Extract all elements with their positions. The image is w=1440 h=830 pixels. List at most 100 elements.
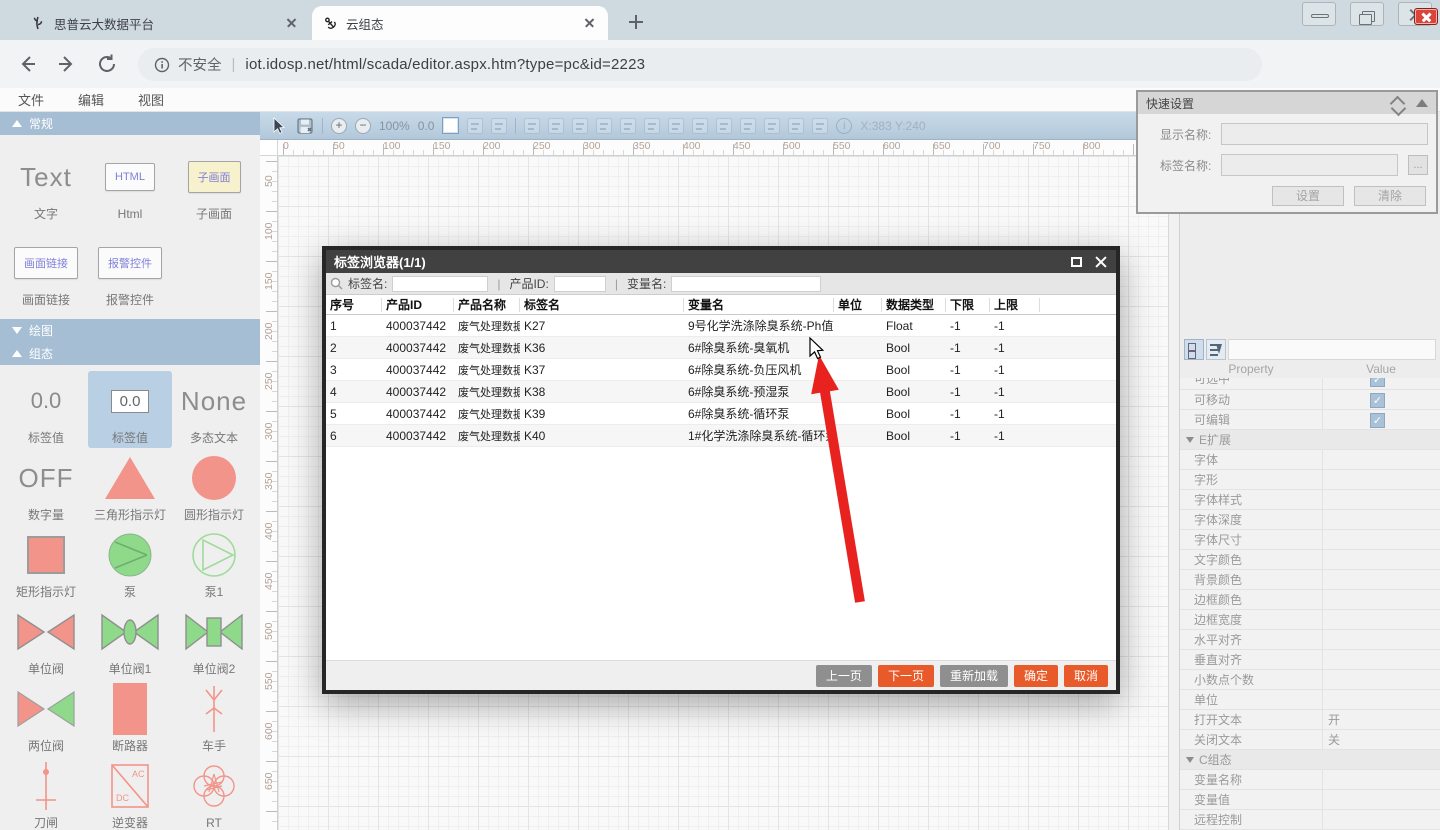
tab-close-icon[interactable] <box>582 15 598 31</box>
palette-item-tag-value-boxed[interactable]: 0.0标签值 <box>88 371 172 448</box>
palette-item-screen-link[interactable]: 画面链接画面链接 <box>4 227 88 313</box>
palette-item-subscreen[interactable]: 子画面子画面 <box>172 141 256 227</box>
distribute-v-icon[interactable] <box>740 118 756 134</box>
menu-item[interactable]: 文件 <box>18 90 44 109</box>
palette-item-html[interactable]: HTMLHtml <box>88 141 172 227</box>
clear-button[interactable]: 清除 <box>1354 186 1426 206</box>
checkbox-checked-icon[interactable]: ✓ <box>1370 393 1385 408</box>
property-row[interactable]: 字体尺寸 <box>1180 530 1440 550</box>
distribute-h-icon[interactable] <box>716 118 732 134</box>
property-row[interactable]: 字体 <box>1180 450 1440 470</box>
url-text[interactable]: iot.idosp.net/html/scada/editor.aspx.htm… <box>245 56 645 73</box>
dialog-button[interactable]: 下一页 <box>878 665 934 687</box>
dialog-title-bar[interactable]: 标签浏览器(1/1) <box>326 250 1116 273</box>
palette-item-alarm[interactable]: 报警控件报警控件 <box>88 227 172 313</box>
dialog-close-icon[interactable] <box>1094 255 1108 269</box>
dock-icon[interactable] <box>1390 96 1404 110</box>
palette-item-rt[interactable]: RT <box>172 756 256 830</box>
magnifier-icon[interactable] <box>491 118 507 134</box>
palette-item-pump1[interactable]: 泵1 <box>172 525 256 602</box>
info-icon[interactable]: i <box>836 118 852 134</box>
canvas-scrollbar[interactable] <box>1168 112 1180 830</box>
section-draw[interactable]: 绘图 <box>0 319 260 342</box>
property-row[interactable]: 单位 <box>1180 690 1440 710</box>
pause-icon[interactable] <box>764 118 780 134</box>
property-row[interactable]: 文字颜色 <box>1180 550 1440 570</box>
zoom-in-icon[interactable]: + <box>331 118 347 134</box>
table-row[interactable]: 2 400037442 废气处理数据采集 K36 6#除臭系统-臭氧机 Bool… <box>326 337 1116 359</box>
set-button[interactable]: 设置 <box>1272 186 1344 206</box>
property-row[interactable]: 字体样式 <box>1180 490 1440 510</box>
collapse-icon[interactable] <box>1416 99 1428 107</box>
checkbox-checked-icon[interactable]: ✓ <box>1370 378 1385 387</box>
property-row[interactable]: 可编辑 ✓ <box>1180 410 1440 430</box>
quick-settings-header[interactable]: 快速设置 <box>1138 92 1436 114</box>
tab-platform[interactable]: 思普云大数据平台 <box>20 6 310 40</box>
tab-scada[interactable]: 云组态 <box>312 6 608 40</box>
counter2-icon[interactable] <box>812 118 828 134</box>
table-row[interactable]: 3 400037442 废气处理数据采集 K37 6#除臭系统-负压风机 Boo… <box>326 359 1116 381</box>
palette-item-rect-lamp[interactable]: 矩形指示灯 <box>4 525 88 602</box>
menu-item[interactable]: 编辑 <box>78 90 104 109</box>
menu-item[interactable]: 视图 <box>138 90 164 109</box>
info-icon[interactable] <box>154 57 170 73</box>
new-tab-button[interactable] <box>626 12 646 32</box>
tab-close-icon[interactable] <box>284 15 300 31</box>
back-icon[interactable] <box>14 51 40 77</box>
counter-icon[interactable] <box>788 118 804 134</box>
property-row[interactable]: 小数点个数 <box>1180 670 1440 690</box>
forward-icon[interactable] <box>54 51 80 77</box>
table-row[interactable]: 6 400037442 废气处理数据采集 K40 1#化学洗涤除臭系统-循环泵 … <box>326 425 1116 447</box>
property-row[interactable]: 可移动 ✓ <box>1180 390 1440 410</box>
palette-item-tag-value[interactable]: 0.0标签值 <box>4 371 88 448</box>
property-row[interactable]: 字体深度 <box>1180 510 1440 530</box>
property-row[interactable]: 变量值 <box>1180 790 1440 810</box>
align-middle-icon[interactable] <box>620 118 636 134</box>
omnibox[interactable]: 不安全 | iot.idosp.net/html/scada/editor.as… <box>138 48 1262 81</box>
palette-item-valve1[interactable]: 单位阀1 <box>88 602 172 679</box>
palette-item-digital[interactable]: OFF数字量 <box>4 448 88 525</box>
variable-filter-input[interactable] <box>671 276 821 292</box>
property-row[interactable]: E扩展 <box>1180 430 1440 450</box>
palette-item-circle-lamp[interactable]: 圆形指示灯 <box>172 448 256 525</box>
section-scada[interactable]: 组态 <box>0 342 260 365</box>
palette-item-text[interactable]: Text文字 <box>4 141 88 227</box>
property-row[interactable]: 字形 <box>1180 470 1440 490</box>
property-row[interactable]: 变量名称 <box>1180 770 1440 790</box>
property-row[interactable]: 边框颜色 <box>1180 590 1440 610</box>
reload-icon[interactable] <box>94 51 120 77</box>
zoom-out-icon[interactable]: − <box>355 118 371 134</box>
categorize-icon[interactable] <box>1184 339 1204 360</box>
property-row[interactable]: 水平对齐 <box>1180 630 1440 650</box>
palette-item-two-way-valve[interactable]: 两位阀 <box>4 679 88 756</box>
dialog-button[interactable]: 上一页 <box>816 665 872 687</box>
product-filter-input[interactable] <box>554 276 606 292</box>
same-height-icon[interactable] <box>692 118 708 134</box>
property-row[interactable]: 垂直对齐 <box>1180 650 1440 670</box>
checkbox-checked-icon[interactable]: ✓ <box>1370 413 1385 428</box>
tag-name-input[interactable] <box>1221 154 1398 176</box>
palette-item-pump[interactable]: 泵 <box>88 525 172 602</box>
palette-item-multistate-text[interactable]: None多态文本 <box>172 371 256 448</box>
dialog-button[interactable]: 确定 <box>1014 665 1058 687</box>
property-row[interactable]: 背景颜色 <box>1180 570 1440 590</box>
palette-item-valve2[interactable]: 单位阀2 <box>172 602 256 679</box>
window-restore-button[interactable] <box>1350 2 1384 26</box>
property-row[interactable]: 打开文本 开 <box>1180 710 1440 730</box>
copy-icon[interactable] <box>467 118 483 134</box>
palette-item-inverter[interactable]: ACDC逆变器 <box>88 756 172 830</box>
align-bottom-icon[interactable] <box>644 118 660 134</box>
align-top-icon[interactable] <box>596 118 612 134</box>
tag-filter-input[interactable] <box>392 276 488 292</box>
property-row[interactable]: 关闭文本 关 <box>1180 730 1440 750</box>
palette-item-triangle-lamp[interactable]: 三角形指示灯 <box>88 448 172 525</box>
table-row[interactable]: 1 400037442 废气处理数据采集 K27 9号化学洗涤除臭系统-Ph值 … <box>326 315 1116 337</box>
property-value[interactable]: 关 <box>1322 731 1340 748</box>
property-row[interactable]: 可选中 ✓ <box>1180 378 1440 390</box>
dialog-button[interactable]: 取消 <box>1064 665 1108 687</box>
palette-item-knife-switch[interactable]: 刀闸 <box>4 756 88 830</box>
same-width-icon[interactable] <box>668 118 684 134</box>
select-cursor-icon[interactable] <box>270 117 288 135</box>
section-general[interactable]: 常规 <box>0 112 260 135</box>
palette-item-breaker[interactable]: 断路器 <box>88 679 172 756</box>
